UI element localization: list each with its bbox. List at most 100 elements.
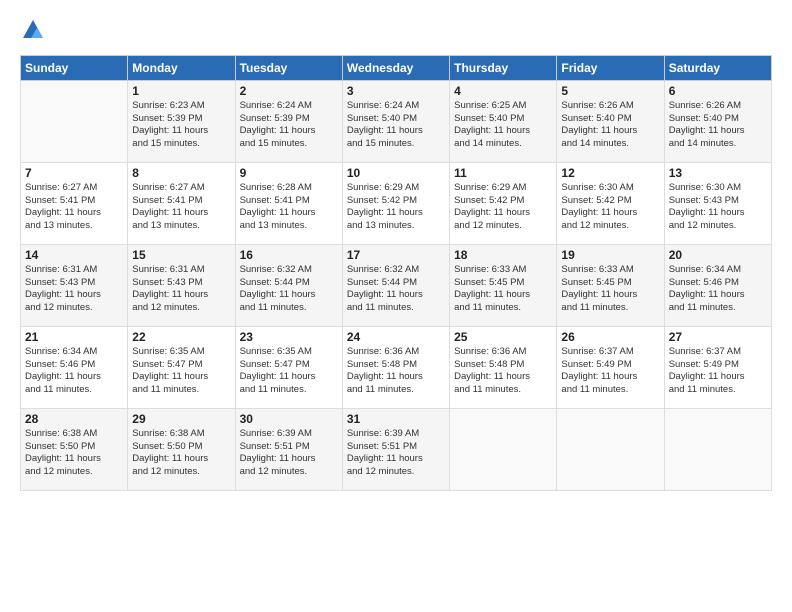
day-number: 31 (347, 412, 445, 426)
day-info: Sunrise: 6:29 AM Sunset: 5:42 PM Dayligh… (347, 182, 445, 233)
day-number: 30 (240, 412, 338, 426)
day-cell: 15Sunrise: 6:31 AM Sunset: 5:43 PM Dayli… (128, 244, 235, 326)
day-number: 27 (669, 330, 767, 344)
day-cell: 24Sunrise: 6:36 AM Sunset: 5:48 PM Dayli… (342, 326, 449, 408)
header-cell-friday: Friday (557, 55, 664, 80)
day-info: Sunrise: 6:34 AM Sunset: 5:46 PM Dayligh… (669, 264, 767, 315)
day-number: 9 (240, 166, 338, 180)
day-cell: 31Sunrise: 6:39 AM Sunset: 5:51 PM Dayli… (342, 408, 449, 490)
day-cell: 10 Sunrise: 6:29 AM Sunset: 5:42 PM Dayli… (342, 162, 449, 244)
header-row: SundayMondayTuesdayWednesdayThursdayFrid… (21, 55, 772, 80)
day-cell: 13 Sunrise: 6:30 AM Sunset: 5:43 PM Dayli… (664, 162, 771, 244)
header-cell-monday: Monday (128, 55, 235, 80)
day-cell: 17 Sunrise: 6:32 AM Sunset: 5:44 PM Dayli… (342, 244, 449, 326)
day-cell: 20 Sunrise: 6:34 AM Sunset: 5:46 PM Dayli… (664, 244, 771, 326)
day-info: Sunrise: 6:31 AM Sunset: 5:43 PM Dayligh… (132, 264, 230, 315)
day-info: Sunrise: 6:38 AM Sunset: 5:50 PM Dayligh… (132, 428, 230, 479)
day-info: Sunrise: 6:32 AM Sunset: 5:44 PM Dayligh… (240, 264, 338, 315)
day-info: Sunrise: 6:37 AM Sunset: 5:49 PM Dayligh… (669, 346, 767, 397)
day-cell: 29 Sunrise: 6:38 AM Sunset: 5:50 PM Dayli… (128, 408, 235, 490)
day-number: 11 (454, 166, 552, 180)
day-cell: 19 Sunrise: 6:33 AM Sunset: 5:45 PM Dayli… (557, 244, 664, 326)
day-number: 28 (25, 412, 123, 426)
day-cell: 27 Sunrise: 6:37 AM Sunset: 5:49 PM Dayli… (664, 326, 771, 408)
week-row-2: 7 Sunrise: 6:27 AM Sunset: 5:41 PM Daylig… (21, 162, 772, 244)
day-info: Sunrise: 6:35 AM Sunset: 5:47 PM Dayligh… (132, 346, 230, 397)
day-cell: 16 Sunrise: 6:32 AM Sunset: 5:44 PM Dayli… (235, 244, 342, 326)
day-cell: 14 Sunrise: 6:31 AM Sunset: 5:43 PM Dayli… (21, 244, 128, 326)
day-info: Sunrise: 6:24 AM Sunset: 5:40 PM Dayligh… (347, 100, 445, 151)
logo-icon (22, 18, 44, 40)
day-cell: 18 Sunrise: 6:33 AM Sunset: 5:45 PM Dayli… (450, 244, 557, 326)
day-info: Sunrise: 6:36 AM Sunset: 5:48 PM Dayligh… (347, 346, 445, 397)
day-number: 16 (240, 248, 338, 262)
week-row-3: 14 Sunrise: 6:31 AM Sunset: 5:43 PM Dayli… (21, 244, 772, 326)
logo-text (20, 18, 44, 45)
header-cell-wednesday: Wednesday (342, 55, 449, 80)
day-info: Sunrise: 6:26 AM Sunset: 5:40 PM Dayligh… (669, 100, 767, 151)
day-info: Sunrise: 6:30 AM Sunset: 5:42 PM Dayligh… (561, 182, 659, 233)
day-number: 18 (454, 248, 552, 262)
day-number: 1 (132, 84, 230, 98)
day-info: Sunrise: 6:35 AM Sunset: 5:47 PM Dayligh… (240, 346, 338, 397)
day-info: Sunrise: 6:33 AM Sunset: 5:45 PM Dayligh… (561, 264, 659, 315)
day-number: 17 (347, 248, 445, 262)
day-cell (450, 408, 557, 490)
page: SundayMondayTuesdayWednesdayThursdayFrid… (0, 0, 792, 612)
day-number: 29 (132, 412, 230, 426)
day-number: 25 (454, 330, 552, 344)
day-cell: 11 Sunrise: 6:29 AM Sunset: 5:42 PM Dayli… (450, 162, 557, 244)
day-cell: 7Sunrise: 6:27 AM Sunset: 5:41 PM Daylig… (21, 162, 128, 244)
day-number: 12 (561, 166, 659, 180)
day-info: Sunrise: 6:30 AM Sunset: 5:43 PM Dayligh… (669, 182, 767, 233)
day-info: Sunrise: 6:29 AM Sunset: 5:42 PM Dayligh… (454, 182, 552, 233)
header-cell-sunday: Sunday (21, 55, 128, 80)
day-info: Sunrise: 6:32 AM Sunset: 5:44 PM Dayligh… (347, 264, 445, 315)
day-info: Sunrise: 6:37 AM Sunset: 5:49 PM Dayligh… (561, 346, 659, 397)
day-cell: 30 Sunrise: 6:39 AM Sunset: 5:51 PM Dayli… (235, 408, 342, 490)
day-number: 3 (347, 84, 445, 98)
day-number: 6 (669, 84, 767, 98)
day-info: Sunrise: 6:36 AM Sunset: 5:48 PM Dayligh… (454, 346, 552, 397)
day-cell: 28Sunrise: 6:38 AM Sunset: 5:50 PM Dayli… (21, 408, 128, 490)
day-cell (21, 80, 128, 162)
day-number: 22 (132, 330, 230, 344)
day-info: Sunrise: 6:33 AM Sunset: 5:45 PM Dayligh… (454, 264, 552, 315)
day-cell: 2 Sunrise: 6:24 AM Sunset: 5:39 PM Daylig… (235, 80, 342, 162)
day-number: 4 (454, 84, 552, 98)
header-cell-thursday: Thursday (450, 55, 557, 80)
calendar-table: SundayMondayTuesdayWednesdayThursdayFrid… (20, 55, 772, 491)
day-number: 19 (561, 248, 659, 262)
day-cell: 1Sunrise: 6:23 AM Sunset: 5:39 PM Daylig… (128, 80, 235, 162)
day-cell: 5Sunrise: 6:26 AM Sunset: 5:40 PM Daylig… (557, 80, 664, 162)
day-info: Sunrise: 6:39 AM Sunset: 5:51 PM Dayligh… (240, 428, 338, 479)
day-number: 14 (25, 248, 123, 262)
day-info: Sunrise: 6:34 AM Sunset: 5:46 PM Dayligh… (25, 346, 123, 397)
day-cell: 26Sunrise: 6:37 AM Sunset: 5:49 PM Dayli… (557, 326, 664, 408)
day-number: 23 (240, 330, 338, 344)
day-number: 20 (669, 248, 767, 262)
day-number: 10 (347, 166, 445, 180)
day-info: Sunrise: 6:31 AM Sunset: 5:43 PM Dayligh… (25, 264, 123, 315)
day-info: Sunrise: 6:28 AM Sunset: 5:41 PM Dayligh… (240, 182, 338, 233)
day-cell: 12 Sunrise: 6:30 AM Sunset: 5:42 PM Dayli… (557, 162, 664, 244)
day-info: Sunrise: 6:27 AM Sunset: 5:41 PM Dayligh… (132, 182, 230, 233)
week-row-5: 28 Sunrise: 6:38 AM Sunset: 5:50 PM Dayli… (21, 408, 772, 490)
week-row-1: 1Sunrise: 6:23 AM Sunset: 5:39 PM Daylig… (21, 80, 772, 162)
header-cell-saturday: Saturday (664, 55, 771, 80)
day-cell (557, 408, 664, 490)
day-number: 13 (669, 166, 767, 180)
day-info: Sunrise: 6:24 AM Sunset: 5:39 PM Dayligh… (240, 100, 338, 151)
day-cell: 3 Sunrise: 6:24 AM Sunset: 5:40 PM Daylig… (342, 80, 449, 162)
day-cell: 9 Sunrise: 6:28 AM Sunset: 5:41 PM Daylig… (235, 162, 342, 244)
day-cell: 8Sunrise: 6:27 AM Sunset: 5:41 PM Daylig… (128, 162, 235, 244)
day-number: 7 (25, 166, 123, 180)
day-number: 2 (240, 84, 338, 98)
day-cell: 6 Sunrise: 6:26 AM Sunset: 5:40 PM Daylig… (664, 80, 771, 162)
day-cell: 25 Sunrise: 6:36 AM Sunset: 5:48 PM Dayli… (450, 326, 557, 408)
day-cell: 21Sunrise: 6:34 AM Sunset: 5:46 PM Dayli… (21, 326, 128, 408)
header (20, 18, 772, 45)
day-info: Sunrise: 6:25 AM Sunset: 5:40 PM Dayligh… (454, 100, 552, 151)
day-cell: 22 Sunrise: 6:35 AM Sunset: 5:47 PM Dayli… (128, 326, 235, 408)
day-info: Sunrise: 6:26 AM Sunset: 5:40 PM Dayligh… (561, 100, 659, 151)
